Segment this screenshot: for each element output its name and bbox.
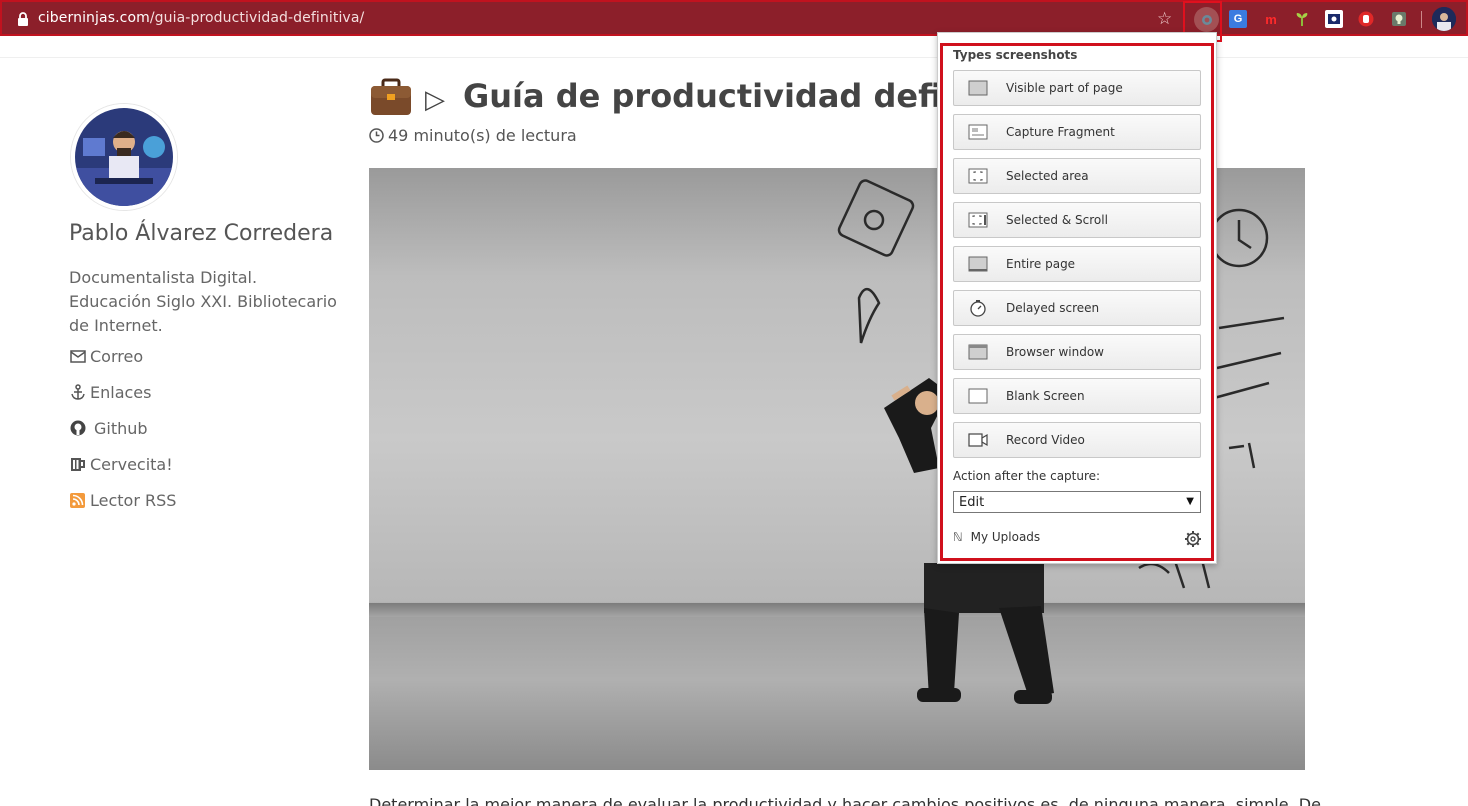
after-capture-label: Action after the capture: [953, 469, 1101, 483]
author-name: Pablo Álvarez Corredera [69, 221, 334, 246]
selected-area-label: Selected area [1006, 169, 1089, 183]
selected-area-button[interactable]: Selected area [953, 158, 1201, 194]
browser-window-label: Browser window [1006, 345, 1104, 359]
blank-screen-icon [968, 387, 988, 405]
blank-screen-label: Blank Screen [1006, 389, 1085, 403]
my-uploads-label: My Uploads [970, 530, 1041, 544]
blank-screen-button[interactable]: Blank Screen [953, 378, 1201, 414]
reading-time: 49 minuto(s) de lectura [369, 126, 577, 145]
entire-page-button[interactable]: Entire page [953, 246, 1201, 282]
capture-fragment-label: Capture Fragment [1006, 125, 1115, 139]
selected-scroll-button[interactable]: Selected & Scroll [953, 202, 1201, 238]
sidebar-link-github[interactable]: Github [69, 410, 176, 446]
sidebar-link-cervecita[interactable]: Cervecita! [69, 446, 176, 482]
capture-fragment-button[interactable]: Capture Fragment [953, 114, 1201, 150]
plant-extension-icon[interactable] [1293, 10, 1311, 28]
lightbulb-extension-icon[interactable] [1390, 10, 1408, 28]
sidebar-link-enlaces[interactable]: Enlaces [69, 374, 176, 410]
github-icon [69, 420, 86, 437]
after-capture-select[interactable]: Edit ▼ [953, 491, 1201, 513]
visible-page-icon [968, 79, 988, 97]
briefcase-icon [371, 78, 411, 115]
sidebar-link-label: Cervecita! [90, 454, 173, 474]
toolbar-separator [1421, 11, 1422, 28]
sidebar-link-label: Enlaces [90, 382, 152, 402]
selected-scroll-icon [968, 211, 988, 229]
clock-icon [369, 128, 384, 143]
entire-page-icon [968, 255, 988, 273]
rss-icon [69, 492, 86, 509]
browser-toolbar: ciberninjas.com/guia-productividad-defin… [0, 0, 1468, 36]
profile-avatar[interactable] [1432, 7, 1456, 31]
sidebar-link-label: Correo [90, 346, 144, 366]
author-avatar [71, 104, 177, 210]
selected-scroll-label: Selected & Scroll [1006, 213, 1108, 227]
timer-icon [968, 299, 988, 317]
sidebar-link-correo[interactable]: Correo [69, 338, 176, 374]
delayed-screen-button[interactable]: Delayed screen [953, 290, 1201, 326]
lock-icon [18, 12, 28, 26]
m-extension-icon[interactable]: m [1262, 10, 1280, 28]
sidebar-link-label: Github [94, 418, 148, 438]
hand-extension-icon[interactable] [1357, 10, 1375, 28]
article-first-line: Determinar la mejor manera de evaluar la… [369, 795, 1321, 806]
title-play-glyph: ▷ [425, 84, 445, 114]
url-domain: ciberninjas.com [38, 10, 150, 26]
my-uploads-link[interactable]: ℕ My Uploads [953, 530, 1040, 544]
uploads-logo-icon: ℕ [953, 530, 963, 544]
sidebar-link-label: Lector RSS [90, 490, 177, 510]
address-bar[interactable]: ciberninjas.com/guia-productividad-defin… [38, 10, 364, 26]
reading-time-text: 49 minuto(s) de lectura [388, 126, 577, 145]
visible-part-label: Visible part of page [1006, 81, 1123, 95]
visible-part-button[interactable]: Visible part of page [953, 70, 1201, 106]
anchor-icon [69, 384, 86, 401]
delayed-screen-label: Delayed screen [1006, 301, 1100, 315]
after-capture-value: Edit [959, 494, 985, 510]
selected-area-icon [968, 167, 988, 185]
envelope-icon [69, 348, 86, 365]
url-path: /guia-productividad-definitiva/ [149, 10, 365, 26]
record-video-label: Record Video [1006, 433, 1085, 447]
entire-page-label: Entire page [1006, 257, 1076, 271]
header-divider [0, 57, 1468, 58]
record-video-button[interactable]: Record Video [953, 422, 1201, 458]
popup-heading: Types screenshots [953, 48, 1078, 62]
video-camera-icon [968, 431, 988, 449]
browser-window-icon [968, 343, 988, 361]
screenshot-extension-popup: Types screenshots Visible part of page C… [937, 32, 1217, 564]
beer-icon [69, 456, 86, 473]
browser-window-button[interactable]: Browser window [953, 334, 1201, 370]
sidebar-link-rss[interactable]: Lector RSS [69, 482, 176, 518]
translate-extension-icon[interactable]: G [1229, 10, 1247, 28]
gear-icon[interactable] [1184, 530, 1202, 548]
author-bio: Documentalista Digital. Educación Siglo … [69, 268, 337, 335]
chevron-down-icon: ▼ [1186, 496, 1194, 507]
sidebar-links: Correo Enlaces Github Cervecita! Lector … [69, 338, 176, 518]
window-extension-icon[interactable] [1325, 10, 1343, 28]
fragment-icon [968, 123, 988, 141]
bookmark-star-icon[interactable]: ☆ [1157, 9, 1172, 29]
